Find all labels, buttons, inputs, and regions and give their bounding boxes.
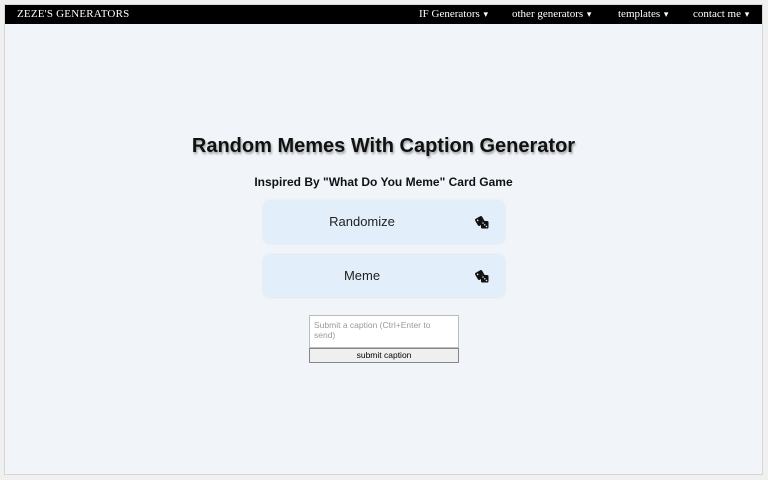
chevron-down-icon: ▾ [663, 9, 669, 19]
randomize-button-label: Randomize [329, 214, 395, 229]
caption-input[interactable] [309, 315, 459, 348]
chevron-down-icon: ▾ [744, 9, 750, 19]
top-navbar: ZEZE'S GENERATORS IF Generators ▾ other … [5, 5, 762, 24]
nav-item-label: other generators [512, 8, 584, 20]
dice-icon [475, 270, 489, 283]
nav-item-label: templates [618, 8, 661, 20]
nav-item-other-generators[interactable]: other generators ▾ [512, 5, 591, 24]
nav-item-if-generators[interactable]: IF Generators ▾ [419, 5, 488, 24]
dice-icon [475, 216, 489, 229]
page-title: Random Memes With Caption Generator [191, 135, 576, 157]
meme-button[interactable]: Meme [264, 255, 504, 297]
randomize-button[interactable]: Randomize [264, 201, 504, 243]
nav-item-contact-me[interactable]: contact me ▾ [693, 5, 749, 24]
submit-caption-button[interactable]: submit caption [309, 348, 459, 363]
meme-button-label: Meme [343, 268, 381, 283]
page-subtitle: Inspired By "What Do You Meme" Card Game [254, 175, 513, 189]
site-brand[interactable]: ZEZE'S GENERATORS [17, 5, 129, 24]
page-frame: ZEZE'S GENERATORS IF Generators ▾ other … [4, 4, 763, 475]
nav-item-label: contact me [693, 8, 741, 20]
nav-item-label: IF Generators [419, 8, 480, 20]
nav-item-templates[interactable]: templates ▾ [618, 5, 668, 24]
chevron-down-icon: ▾ [483, 9, 489, 19]
chevron-down-icon: ▾ [586, 9, 592, 19]
